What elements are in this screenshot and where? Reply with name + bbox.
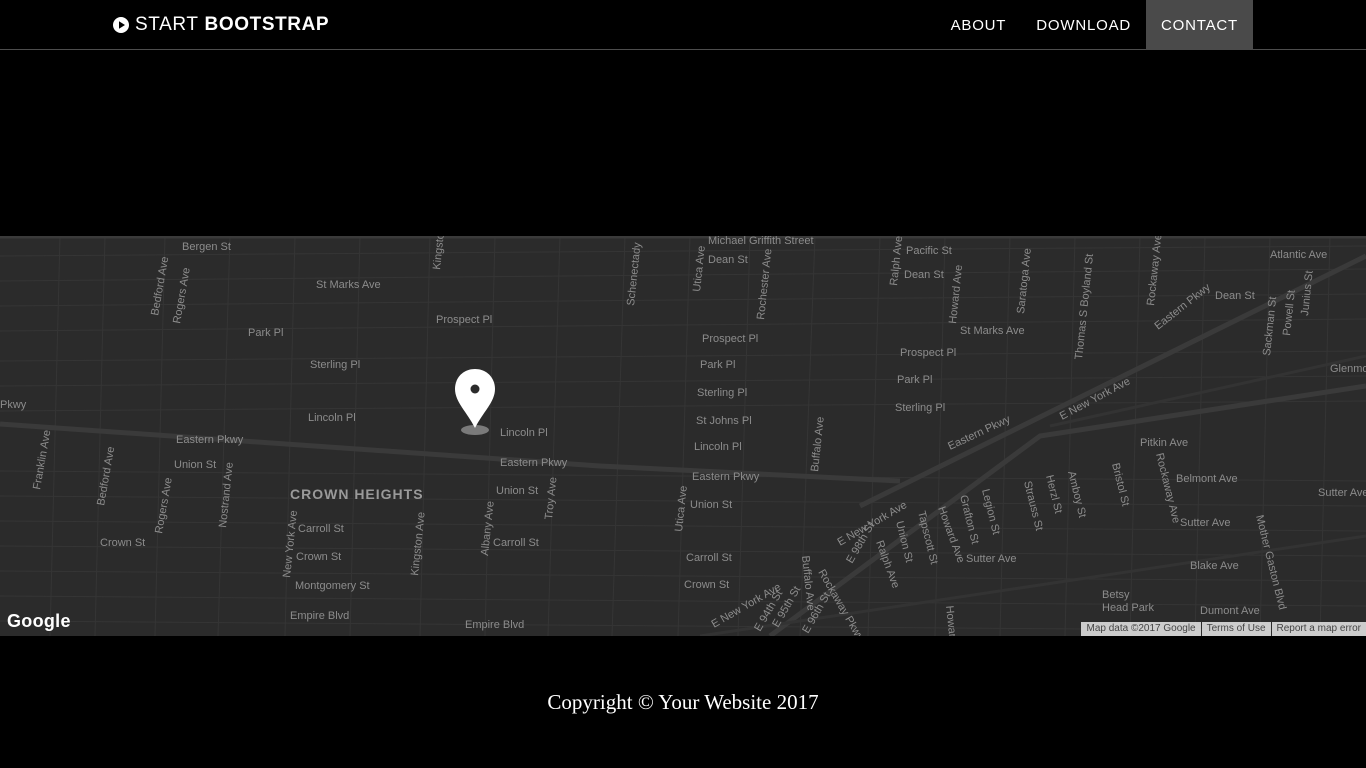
svg-text:Troy Ave: Troy Ave xyxy=(543,476,559,520)
svg-text:Dumont Ave: Dumont Ave xyxy=(1200,605,1260,617)
svg-text:Rogers Ave: Rogers Ave xyxy=(153,477,175,535)
svg-text:Ralph Ave: Ralph Ave xyxy=(888,236,905,286)
svg-text:Betsy: Betsy xyxy=(1102,589,1130,601)
svg-text:Lincoln Pl: Lincoln Pl xyxy=(500,427,548,439)
svg-text:Dean St: Dean St xyxy=(708,254,748,266)
navbar: START BOOTSTRAP ABOUT DOWNLOAD CONTACT xyxy=(0,0,1366,50)
brand-link[interactable]: START BOOTSTRAP xyxy=(113,12,329,38)
nav-link-about[interactable]: ABOUT xyxy=(936,0,1022,50)
svg-text:St Marks Ave: St Marks Ave xyxy=(316,279,381,291)
svg-text:Junius St: Junius St xyxy=(1299,270,1316,316)
svg-text:Utica Ave: Utica Ave xyxy=(673,485,690,532)
svg-text:Pacific St: Pacific St xyxy=(906,245,952,257)
svg-text:Montgomery St: Montgomery St xyxy=(295,580,370,592)
svg-text:Michael Griffith Street: Michael Griffith Street xyxy=(708,236,814,247)
svg-text:Blake Ave: Blake Ave xyxy=(1190,560,1239,572)
svg-text:Thomas S Boyland St: Thomas S Boyland St xyxy=(1073,253,1096,360)
map[interactable]: Bergen St Michael Griffith Street Dean S… xyxy=(0,236,1366,636)
svg-text:St Marks Ave: St Marks Ave xyxy=(960,325,1025,337)
svg-text:Saratoga Ave: Saratoga Ave xyxy=(1015,248,1034,315)
svg-text:Union St: Union St xyxy=(174,459,216,471)
svg-text:Union St: Union St xyxy=(496,485,538,497)
map-canvas[interactable]: Bergen St Michael Griffith Street Dean S… xyxy=(0,236,1366,636)
svg-text:Howard St: Howard St xyxy=(943,605,960,636)
brand-text-bold: BOOTSTRAP xyxy=(204,14,330,35)
map-attribution: Map data ©2017 Google Terms of Use Repor… xyxy=(1081,622,1366,636)
brand-text-light: START xyxy=(135,14,199,35)
svg-text:Pkwy: Pkwy xyxy=(0,399,27,411)
map-marker-icon[interactable] xyxy=(455,369,495,435)
svg-text:Dean St: Dean St xyxy=(1215,290,1255,302)
svg-text:Atlantic Ave: Atlantic Ave xyxy=(1270,249,1327,261)
svg-text:Buffalo Ave: Buffalo Ave xyxy=(809,416,827,472)
svg-text:Empire Blvd: Empire Blvd xyxy=(290,610,349,622)
terms-of-use-link[interactable]: Terms of Use xyxy=(1201,622,1271,636)
svg-text:Carroll St: Carroll St xyxy=(493,537,539,549)
svg-text:Prospect Pl: Prospect Pl xyxy=(900,347,956,359)
svg-text:Carroll St: Carroll St xyxy=(298,523,344,535)
svg-text:Eastern Pkwy: Eastern Pkwy xyxy=(1152,281,1213,332)
svg-text:Sterling Pl: Sterling Pl xyxy=(310,359,360,371)
svg-text:Kingston Ave: Kingston Ave xyxy=(409,511,428,576)
play-circle-icon xyxy=(113,17,129,33)
svg-text:Dean St: Dean St xyxy=(904,269,944,281)
nav-menu: ABOUT DOWNLOAD CONTACT xyxy=(936,0,1253,50)
svg-text:Glenmo: Glenmo xyxy=(1330,363,1366,375)
svg-text:Sutter Ave: Sutter Ave xyxy=(966,553,1017,565)
svg-text:Eastern Pkwy: Eastern Pkwy xyxy=(500,457,568,469)
svg-text:Prospect Pl: Prospect Pl xyxy=(436,314,492,326)
svg-text:Nostrand Ave: Nostrand Ave xyxy=(217,462,236,529)
svg-text:Grafton St: Grafton St xyxy=(957,494,981,546)
svg-text:Empire Blvd: Empire Blvd xyxy=(465,619,524,631)
svg-text:New York Ave: New York Ave xyxy=(281,510,300,579)
svg-text:Sterling Pl: Sterling Pl xyxy=(697,387,747,399)
footer: Copyright © Your Website 2017 xyxy=(0,636,1366,768)
svg-text:Bergen St: Bergen St xyxy=(182,241,231,253)
svg-text:Prospect Pl: Prospect Pl xyxy=(702,333,758,345)
nav-link-contact[interactable]: CONTACT xyxy=(1146,0,1253,50)
svg-text:Franklin Ave: Franklin Ave xyxy=(31,429,53,490)
svg-text:Eastern Pkwy: Eastern Pkwy xyxy=(176,434,244,446)
report-map-error-link[interactable]: Report a map error xyxy=(1271,622,1366,636)
svg-text:Eastern Pkwy: Eastern Pkwy xyxy=(692,471,760,483)
svg-text:Bedford Ave: Bedford Ave xyxy=(95,446,117,507)
svg-text:Crown St: Crown St xyxy=(100,537,145,549)
svg-text:Belmont Ave: Belmont Ave xyxy=(1176,473,1238,485)
svg-text:Sterling Pl: Sterling Pl xyxy=(895,402,945,414)
svg-text:Park Pl: Park Pl xyxy=(248,327,283,339)
map-data-credit: Map data ©2017 Google xyxy=(1081,622,1201,636)
svg-text:Bedford Ave: Bedford Ave xyxy=(149,256,171,317)
svg-text:Sutter Ave: Sutter Ave xyxy=(1180,517,1231,529)
svg-text:Utica Ave: Utica Ave xyxy=(691,245,708,292)
svg-text:Ralph Ave: Ralph Ave xyxy=(873,539,901,590)
google-logo[interactable]: Google xyxy=(7,611,71,632)
svg-text:Crown St: Crown St xyxy=(684,579,729,591)
svg-text:Sutter Ave: Sutter Ave xyxy=(1318,487,1366,499)
svg-text:Rochester Ave: Rochester Ave xyxy=(755,248,774,320)
svg-text:St Johns Pl: St Johns Pl xyxy=(696,415,752,427)
svg-text:Mother Gaston Blvd: Mother Gaston Blvd xyxy=(1253,514,1288,611)
svg-text:Herzl St: Herzl St xyxy=(1043,474,1064,515)
svg-text:Union St: Union St xyxy=(690,499,732,511)
svg-text:Crown St: Crown St xyxy=(296,551,341,563)
svg-text:Rockaway Ave: Rockaway Ave xyxy=(1153,452,1182,525)
svg-text:Rogers Ave: Rogers Ave xyxy=(171,267,193,325)
svg-text:Howard Ave: Howard Ave xyxy=(947,264,965,324)
svg-text:Bristol St: Bristol St xyxy=(1109,462,1131,508)
neighborhood-label: CROWN HEIGHTS xyxy=(290,486,424,502)
svg-text:Pitkin Ave: Pitkin Ave xyxy=(1140,437,1188,449)
svg-text:Lincoln Pl: Lincoln Pl xyxy=(308,412,356,424)
svg-text:Carroll St: Carroll St xyxy=(686,552,732,564)
copyright-text: Copyright © Your Website 2017 xyxy=(547,689,819,714)
svg-text:Head Park: Head Park xyxy=(1102,602,1154,614)
svg-text:Park Pl: Park Pl xyxy=(700,359,735,371)
svg-text:Strauss St: Strauss St xyxy=(1021,480,1045,532)
svg-text:Tapscott St: Tapscott St xyxy=(915,510,940,566)
svg-text:Park Pl: Park Pl xyxy=(897,374,932,386)
svg-text:Lincoln Pl: Lincoln Pl xyxy=(694,441,742,453)
nav-link-download[interactable]: DOWNLOAD xyxy=(1021,0,1146,50)
